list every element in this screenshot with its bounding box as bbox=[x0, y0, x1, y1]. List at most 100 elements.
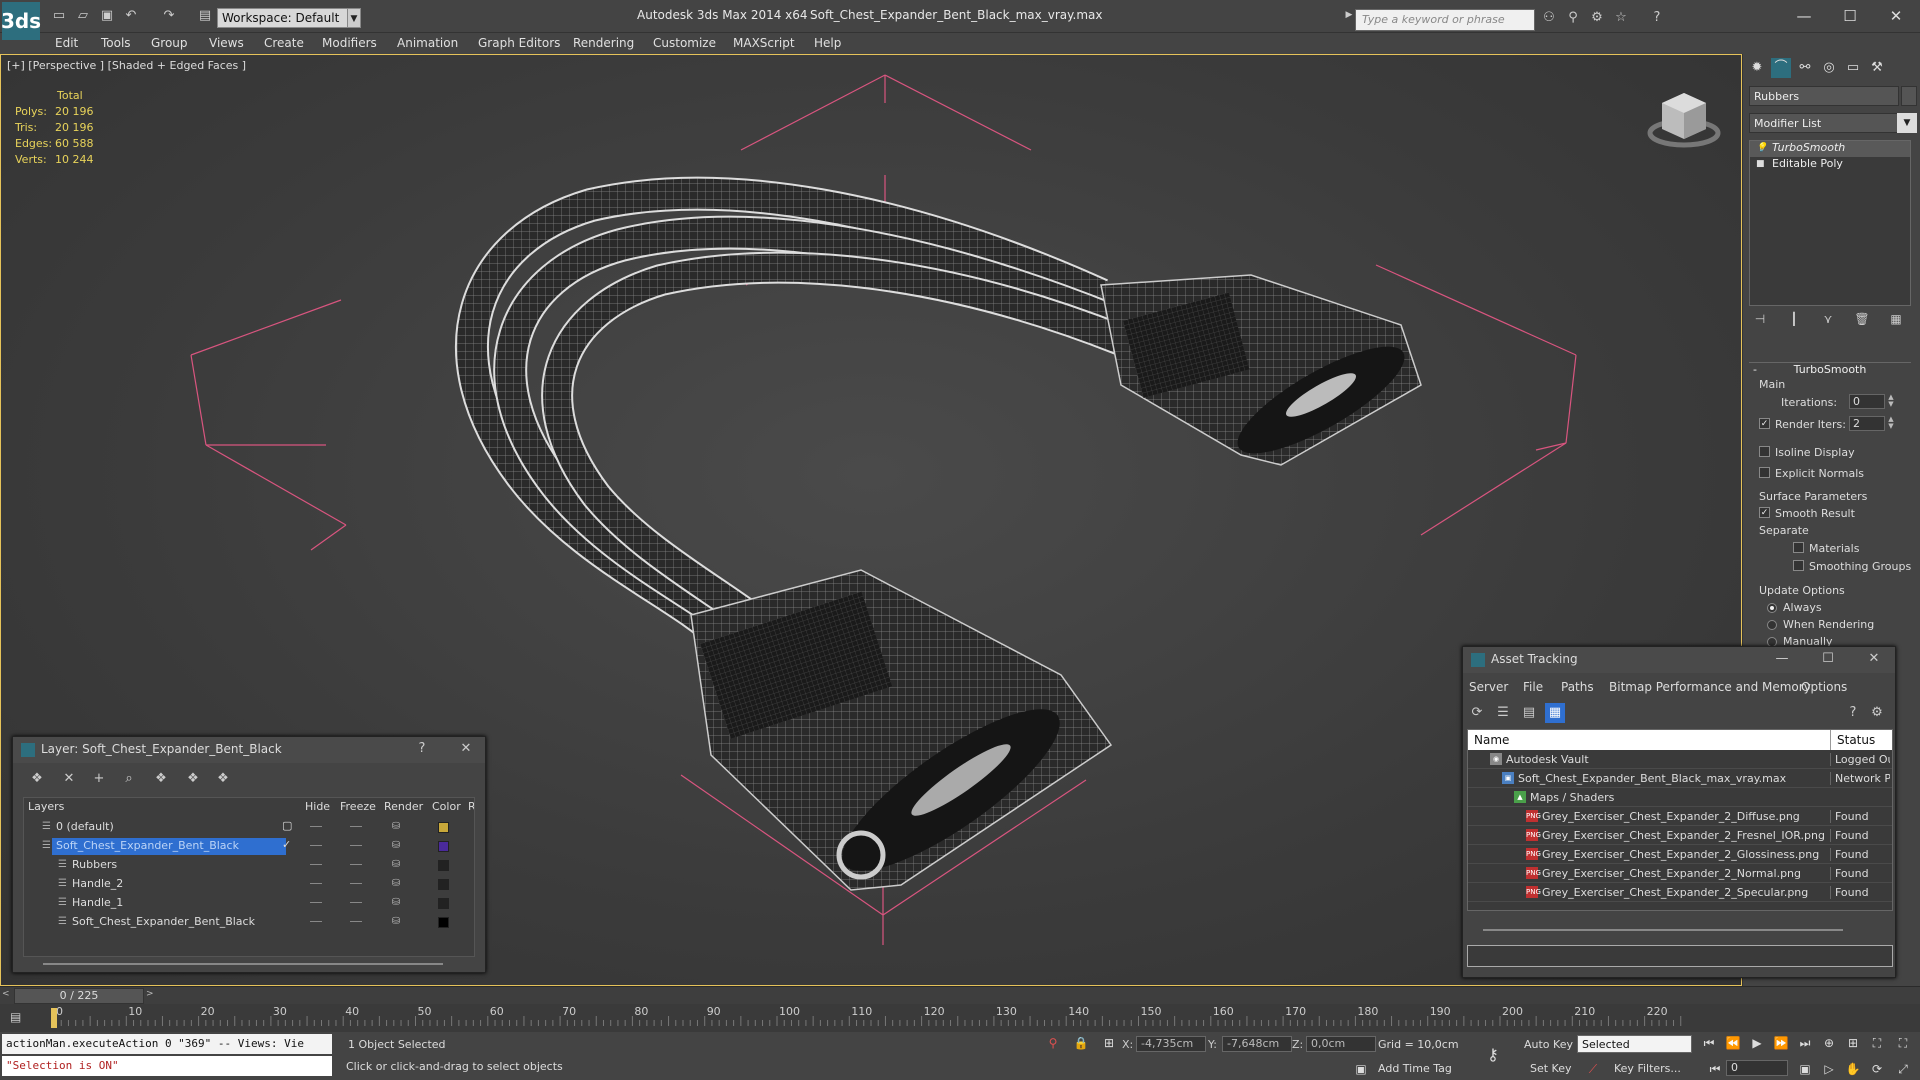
menu-customize[interactable]: Customize bbox=[653, 36, 716, 50]
collapse-icon[interactable]: - bbox=[1753, 363, 1757, 376]
workspace-dropdown[interactable]: Workspace: Default bbox=[217, 8, 357, 28]
x-coordinate-field[interactable]: -4,735cm bbox=[1136, 1036, 1206, 1052]
freeze-toggle[interactable] bbox=[350, 845, 362, 846]
prev-key-icon[interactable]: ⏪ bbox=[1724, 1034, 1742, 1052]
close-icon[interactable]: ✕ bbox=[1876, 4, 1916, 28]
time-config-icon[interactable]: ▣ bbox=[1796, 1060, 1814, 1078]
help-icon[interactable]: ? bbox=[1843, 703, 1863, 723]
current-frame-field[interactable]: 0 bbox=[1726, 1060, 1788, 1076]
next-key-icon[interactable]: ⏩ bbox=[1772, 1034, 1790, 1052]
menu-create[interactable]: Create bbox=[264, 36, 304, 50]
freeze-toggle[interactable] bbox=[350, 902, 362, 903]
menu-edit[interactable]: Edit bbox=[55, 36, 78, 50]
new-file-icon[interactable]: ▭ bbox=[50, 8, 68, 24]
create-tab-icon[interactable]: ✹ bbox=[1747, 58, 1767, 78]
lightbulb-icon[interactable]: 💡 bbox=[1756, 143, 1767, 153]
maxscript-listener-output[interactable]: actionMan.executeAction 0 "369" -- Views… bbox=[2, 1034, 332, 1054]
hide-toggle[interactable] bbox=[310, 902, 322, 903]
display-tab-icon[interactable]: ▭ bbox=[1843, 58, 1863, 78]
asset-path-field[interactable] bbox=[1467, 945, 1893, 967]
menu-views[interactable]: Views bbox=[209, 36, 244, 50]
explicit-normals-checkbox[interactable] bbox=[1759, 467, 1770, 478]
time-tag-icon[interactable]: ▣ bbox=[1352, 1060, 1370, 1078]
z-coordinate-field[interactable]: 0,0cm bbox=[1306, 1036, 1376, 1052]
smoothing-groups-checkbox[interactable] bbox=[1793, 560, 1804, 571]
add-to-layer-icon[interactable]: + bbox=[89, 771, 109, 789]
menu-group[interactable]: Group bbox=[151, 36, 188, 50]
freeze-toggle[interactable] bbox=[350, 826, 362, 827]
hide-toggle[interactable] bbox=[310, 921, 322, 922]
minimize-icon[interactable]: — bbox=[1773, 651, 1791, 669]
close-icon[interactable]: ✕ bbox=[457, 741, 475, 759]
isolate-icon[interactable]: ⚲ bbox=[1044, 1034, 1062, 1052]
menu-maxscript[interactable]: MAXScript bbox=[733, 36, 795, 50]
hide-toggle[interactable] bbox=[310, 883, 322, 884]
grid-view-icon[interactable]: ▦ bbox=[1545, 703, 1565, 723]
layer-color-swatch[interactable] bbox=[438, 898, 449, 909]
layer-row[interactable]: ☰ Handle_2 ⛁ bbox=[24, 875, 474, 894]
hide-toggle[interactable] bbox=[310, 826, 322, 827]
layer-color-swatch[interactable] bbox=[438, 879, 449, 890]
key-search-icon[interactable]: ⚲ bbox=[1564, 10, 1582, 28]
asset-row[interactable]: PNG Grey_Exerciser_Chest_Expander_2_Norma… bbox=[1468, 864, 1892, 883]
stack-item-editable-poly[interactable]: ■ Editable Poly bbox=[1750, 157, 1910, 173]
current-layer-icon[interactable]: ✓ bbox=[282, 838, 291, 851]
layer-name[interactable]: 0 (default) bbox=[52, 819, 118, 836]
layer-color-swatch[interactable] bbox=[438, 822, 449, 833]
col-render[interactable]: Render bbox=[384, 800, 423, 813]
key-filters-button[interactable]: Key Filters... bbox=[1614, 1062, 1681, 1075]
freeze-toggle[interactable] bbox=[350, 864, 362, 865]
asset-row[interactable]: ▲ Maps / Shaders bbox=[1468, 788, 1892, 807]
chevron-down-icon[interactable]: ▼ bbox=[1897, 113, 1917, 133]
make-unique-icon[interactable]: ⋎ bbox=[1817, 312, 1839, 330]
next-frame-icon[interactable]: > bbox=[146, 989, 154, 999]
menu-tools[interactable]: Tools bbox=[101, 36, 131, 50]
field-of-view-icon[interactable]: ▷ bbox=[1820, 1060, 1838, 1078]
maxscript-listener-input[interactable]: "Selection is ON" bbox=[2, 1056, 332, 1076]
layer-row[interactable]: ☰ Handle_1 ⛁ bbox=[24, 894, 474, 913]
chevron-down-icon[interactable]: ▼ bbox=[347, 8, 361, 28]
key-icon[interactable]: ⚷ bbox=[1484, 1046, 1502, 1064]
layer-row[interactable]: ☰ Soft_Chest_Expander_Bent_Black ⛁ bbox=[24, 913, 474, 932]
render-teapot-icon[interactable]: ⛁ bbox=[390, 840, 402, 852]
layer-name[interactable]: Soft_Chest_Expander_Bent_Black bbox=[68, 914, 259, 931]
zoom-all-icon[interactable]: ⊞ bbox=[1844, 1034, 1862, 1052]
key-selection-dropdown[interactable]: Selected bbox=[1577, 1035, 1692, 1053]
layer-name[interactable]: Handle_1 bbox=[68, 895, 127, 912]
subscription-icon[interactable]: ⚙ bbox=[1588, 10, 1606, 28]
pan-icon[interactable]: ✋ bbox=[1844, 1060, 1862, 1078]
layer-row[interactable]: ☰ Rubbers ⛁ bbox=[24, 856, 474, 875]
stack-item-turbosmooth[interactable]: 💡 TurboSmooth bbox=[1750, 141, 1910, 157]
materials-checkbox[interactable] bbox=[1793, 542, 1804, 553]
play-icon[interactable]: ▶ bbox=[1748, 1034, 1766, 1052]
layer-name[interactable]: Handle_2 bbox=[68, 876, 127, 893]
zoom-extents-all-icon[interactable]: ⛶ bbox=[1894, 1034, 1912, 1052]
zoom-icon[interactable]: ⊕ bbox=[1820, 1034, 1838, 1052]
render-teapot-icon[interactable]: ⛁ bbox=[390, 859, 402, 871]
col-hide[interactable]: Hide bbox=[305, 800, 330, 813]
col-status[interactable]: Status bbox=[1830, 730, 1875, 750]
when-rendering-radio[interactable] bbox=[1767, 620, 1777, 630]
col-ra[interactable]: Ra bbox=[468, 800, 474, 813]
track-bar[interactable]: ▤ 0 10 20 30 40 50 60 70 80 90 100 110 120 130 140 150 1… bbox=[0, 1004, 1920, 1032]
undo-icon[interactable]: ↶ bbox=[122, 8, 140, 24]
menu-rendering[interactable]: Rendering bbox=[573, 36, 634, 50]
set-key-button[interactable]: Set Key bbox=[1530, 1062, 1572, 1075]
close-icon[interactable]: ✕ bbox=[1865, 651, 1883, 669]
scrollbar[interactable] bbox=[1483, 929, 1843, 931]
render-iters-checkbox[interactable]: ✓ bbox=[1759, 418, 1770, 429]
asset-row[interactable]: PNG Grey_Exerciser_Chest_Expander_2_Specu… bbox=[1468, 883, 1892, 902]
viewcube-icon[interactable] bbox=[1646, 85, 1722, 155]
layer-color-swatch[interactable] bbox=[438, 841, 449, 852]
redo-icon[interactable]: ↷ bbox=[160, 8, 178, 24]
col-layers[interactable]: Layers bbox=[28, 800, 64, 813]
key-mode-icon[interactable]: ⏮ bbox=[1706, 1060, 1724, 1078]
asset-row[interactable]: ◉ Autodesk Vault Logged Ou bbox=[1468, 750, 1892, 769]
menu-options[interactable]: Options bbox=[1801, 680, 1847, 694]
maximize-viewport-icon[interactable]: ⤢ bbox=[1894, 1060, 1912, 1078]
asset-row[interactable]: PNG Grey_Exerciser_Chest_Expander_2_Diffu… bbox=[1468, 807, 1892, 826]
orbit-icon[interactable]: ⟳ bbox=[1868, 1060, 1886, 1078]
layer-name[interactable]: Rubbers bbox=[68, 857, 121, 874]
highlight-layer-icon[interactable]: ❖ bbox=[151, 771, 171, 789]
open-file-icon[interactable]: ▱ bbox=[74, 8, 92, 24]
